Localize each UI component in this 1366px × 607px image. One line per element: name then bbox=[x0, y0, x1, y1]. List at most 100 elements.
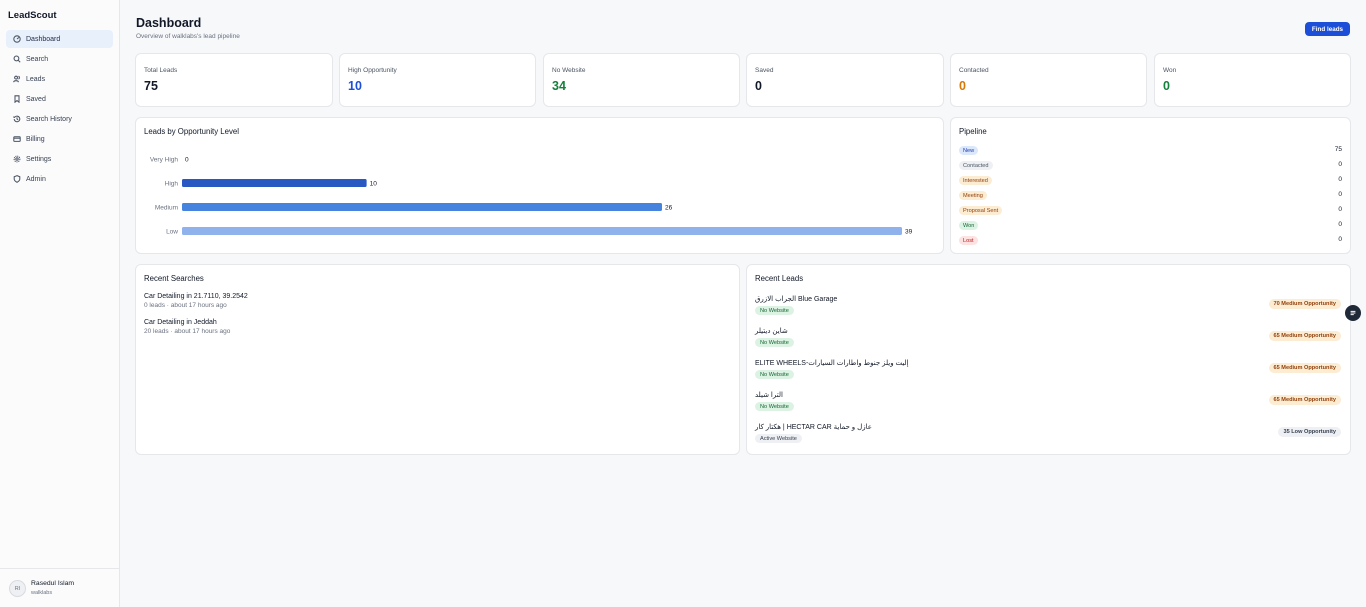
bookmark-icon bbox=[12, 95, 21, 104]
recent-searches-card: Recent Searches Car Detailing in 21.7110… bbox=[135, 264, 740, 455]
status-badge: Interested bbox=[959, 176, 992, 185]
list-item[interactable]: هكتار كار | HECTAR CAR عازل و حماية Acti… bbox=[755, 423, 1341, 447]
pipeline-row-proposal-sent[interactable]: Proposal Sent 0 bbox=[959, 205, 1342, 217]
user-org: walklabs bbox=[31, 590, 53, 596]
stat-label: Won bbox=[1163, 67, 1177, 74]
credit-card-icon bbox=[12, 135, 21, 144]
app-logo[interactable]: LeadScout bbox=[8, 10, 57, 21]
pipeline-count: 0 bbox=[1338, 206, 1342, 213]
status-badge: Contacted bbox=[959, 161, 993, 170]
list-item[interactable]: Car Detailing in 21.7110, 39.2542 0 lead… bbox=[144, 293, 248, 309]
search-icon bbox=[12, 55, 21, 64]
bar[interactable] bbox=[182, 227, 902, 235]
pipeline-row-interested[interactable]: Interested 0 bbox=[959, 175, 1342, 187]
stat-label: Contacted bbox=[959, 67, 989, 74]
opportunity-badge: 35 Low Opportunity bbox=[1278, 427, 1341, 437]
sidebar-item-search-history[interactable]: Search History bbox=[6, 110, 113, 128]
sidebar-item-settings[interactable]: Settings bbox=[6, 150, 113, 168]
lead-name: ELITE WHEELS-إليت ويلز جنوط واطارات السي… bbox=[755, 360, 909, 367]
list-item[interactable]: ELITE WHEELS-إليت ويلز جنوط واطارات السي… bbox=[755, 359, 1341, 383]
recent-leads-card: Recent Leads الجراب الازرق Blue Garage N… bbox=[746, 264, 1351, 455]
category-label: Low bbox=[166, 229, 178, 236]
category-label: High bbox=[165, 181, 179, 188]
status-badge: Won bbox=[959, 221, 979, 230]
list-item[interactable]: الجراب الازرق Blue Garage No Website 70 … bbox=[755, 295, 1341, 319]
stat-value: 0 bbox=[755, 79, 762, 93]
sidebar-item-label: Admin bbox=[26, 175, 46, 183]
avatar: RI bbox=[9, 580, 26, 597]
sidebar-item-search[interactable]: Search bbox=[6, 50, 113, 68]
stat-card-total-leads: Total Leads 75 bbox=[135, 53, 333, 107]
list-item[interactable]: الترا شيلد No Website 65 Medium Opportun… bbox=[755, 391, 1341, 415]
bar[interactable] bbox=[182, 179, 367, 187]
stat-card-high-opportunity: High Opportunity 10 bbox=[339, 53, 536, 107]
bar[interactable] bbox=[182, 203, 662, 211]
floating-menu-button[interactable] bbox=[1345, 305, 1361, 321]
website-badge: Active Website bbox=[755, 434, 802, 443]
stat-card-no-website: No Website 34 bbox=[543, 53, 740, 107]
page-title: Dashboard bbox=[136, 16, 202, 30]
lead-name: الترا شيلد bbox=[755, 392, 783, 399]
stat-value: 75 bbox=[144, 79, 158, 93]
sidebar-item-saved[interactable]: Saved bbox=[6, 90, 113, 108]
sidebar-item-label: Search History bbox=[26, 115, 72, 123]
find-leads-button[interactable]: Find leads bbox=[1305, 22, 1350, 36]
pipeline-count: 0 bbox=[1338, 191, 1342, 198]
users-icon bbox=[12, 75, 21, 84]
stat-label: High Opportunity bbox=[348, 67, 397, 74]
data-label: 0 bbox=[185, 157, 189, 164]
stat-value: 0 bbox=[1163, 79, 1170, 93]
stat-card-won: Won 0 bbox=[1154, 53, 1351, 107]
pipeline-count: 0 bbox=[1338, 236, 1342, 243]
stat-card-saved: Saved 0 bbox=[746, 53, 944, 107]
status-badge: Meeting bbox=[959, 191, 987, 200]
pipeline-row-new[interactable]: New 75 bbox=[959, 145, 1342, 157]
status-badge: Lost bbox=[959, 236, 978, 245]
status-badge: New bbox=[959, 146, 979, 155]
shield-icon bbox=[12, 175, 21, 184]
pipeline-row-won[interactable]: Won 0 bbox=[959, 220, 1342, 232]
pipeline-count: 0 bbox=[1338, 221, 1342, 228]
opportunity-badge: 65 Medium Opportunity bbox=[1268, 363, 1341, 373]
sidebar-item-label: Dashboard bbox=[26, 35, 61, 43]
pipeline-count: 0 bbox=[1338, 161, 1342, 168]
lead-name: الجراب الازرق Blue Garage bbox=[755, 296, 838, 303]
main-content: Dashboard Overview of walklabs's lead pi… bbox=[120, 0, 1366, 607]
search-title: Car Detailing in Jeddah bbox=[144, 319, 217, 326]
opportunity-badge: 65 Medium Opportunity bbox=[1268, 395, 1341, 405]
list-icon bbox=[1349, 309, 1357, 317]
data-label: 26 bbox=[665, 205, 673, 212]
status-badge: Proposal Sent bbox=[959, 206, 1003, 215]
stat-value: 0 bbox=[959, 79, 966, 93]
stat-label: Saved bbox=[755, 67, 774, 74]
stat-label: No Website bbox=[552, 67, 586, 74]
data-label: 10 bbox=[370, 181, 378, 188]
list-item[interactable]: Car Detailing in Jeddah 20 leads · about… bbox=[144, 319, 230, 335]
sidebar-item-billing[interactable]: Billing bbox=[6, 130, 113, 148]
pipeline-row-contacted[interactable]: Contacted 0 bbox=[959, 160, 1342, 172]
sidebar-item-admin[interactable]: Admin bbox=[6, 170, 113, 188]
pipeline-row-lost[interactable]: Lost 0 bbox=[959, 235, 1342, 247]
stat-card-contacted: Contacted 0 bbox=[950, 53, 1147, 107]
data-label: 39 bbox=[905, 229, 913, 236]
lead-name: شاين ديتيلر bbox=[755, 328, 788, 335]
sidebar-item-label: Search bbox=[26, 55, 49, 63]
website-badge: No Website bbox=[755, 338, 794, 347]
sidebar-item-leads[interactable]: Leads bbox=[6, 70, 113, 88]
website-badge: No Website bbox=[755, 402, 794, 411]
opportunity-badge: 70 Medium Opportunity bbox=[1268, 299, 1341, 309]
pipeline-count: 0 bbox=[1338, 176, 1342, 183]
pipeline-row-meeting[interactable]: Meeting 0 bbox=[959, 190, 1342, 202]
search-meta: 20 leads · about 17 hours ago bbox=[144, 328, 231, 335]
pipeline-title: Pipeline bbox=[959, 127, 987, 136]
gear-icon bbox=[12, 155, 21, 164]
page-subtitle: Overview of walklabs's lead pipeline bbox=[136, 33, 240, 40]
sidebar-item-dashboard[interactable]: Dashboard bbox=[6, 30, 113, 48]
opportunity-chart-card: Leads by Opportunity Level Very High 0 Hig… bbox=[135, 117, 944, 254]
user-profile[interactable]: RI Rasedul Islam walklabs bbox=[0, 568, 119, 607]
list-item[interactable]: شاين ديتيلر No Website 65 Medium Opportu… bbox=[755, 327, 1341, 351]
sidebar-item-label: Billing bbox=[26, 135, 45, 143]
sidebar-item-label: Saved bbox=[26, 95, 46, 103]
pipeline-card: Pipeline New 75 Contacted 0 Interested 0… bbox=[950, 117, 1351, 254]
dashboard-icon bbox=[12, 35, 21, 44]
